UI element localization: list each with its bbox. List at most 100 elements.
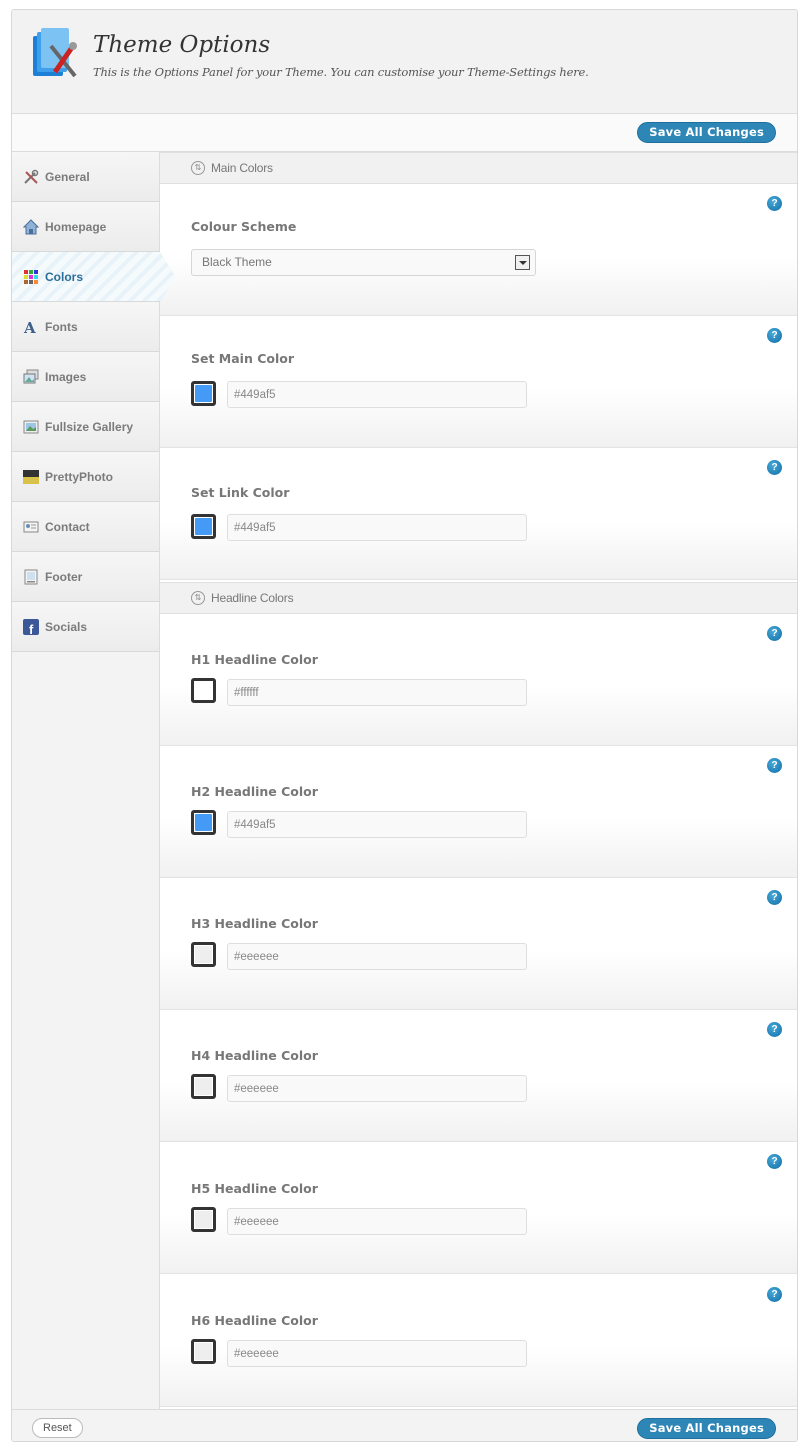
sidebar-nav: General Homepage Colors A Fonts Images F… bbox=[12, 152, 176, 1409]
page-title: Theme Options bbox=[93, 32, 271, 58]
sidebar-item-label: Images bbox=[45, 369, 87, 384]
select-value: Black Theme bbox=[202, 255, 272, 269]
option-label: H2 Headline Color bbox=[191, 784, 318, 799]
prettyphoto-icon bbox=[23, 469, 39, 484]
sidebar-item-prettyphoto[interactable]: PrettyPhoto bbox=[12, 452, 159, 502]
help-icon[interactable]: ? bbox=[767, 890, 782, 905]
sidebar-item-label: General bbox=[45, 169, 90, 184]
svg-text:A: A bbox=[23, 319, 36, 335]
option-label: H6 Headline Color bbox=[191, 1313, 318, 1328]
palette-icon bbox=[24, 269, 38, 284]
sidebar-item-fullsize-gallery[interactable]: Fullsize Gallery bbox=[12, 402, 159, 452]
sidebar-item-colors[interactable]: Colors bbox=[12, 252, 176, 302]
help-icon[interactable]: ? bbox=[767, 1022, 782, 1037]
option-colour-scheme: ? Colour Scheme Black Theme bbox=[160, 184, 797, 316]
color-swatch-fill bbox=[195, 1343, 212, 1360]
color-swatch-fill bbox=[195, 385, 212, 402]
save-all-changes-button-bottom[interactable]: Save All Changes bbox=[637, 1418, 776, 1439]
svg-text:f: f bbox=[29, 622, 34, 635]
gallery-icon bbox=[23, 420, 39, 433]
option-h1-color: ? H1 Headline Color bbox=[160, 614, 797, 746]
font-icon: A bbox=[23, 319, 36, 335]
color-swatch-fill bbox=[195, 946, 212, 963]
color-swatch-fill bbox=[195, 518, 212, 535]
sidebar-item-images[interactable]: Images bbox=[12, 352, 159, 402]
color-swatch[interactable] bbox=[191, 1339, 216, 1364]
theme-logo-icon bbox=[33, 28, 77, 78]
color-swatch[interactable] bbox=[191, 514, 216, 539]
section-header-headline-colors[interactable]: ⇅ Headline Colors bbox=[160, 582, 797, 614]
images-icon bbox=[23, 369, 39, 383]
option-h6-color: ? H6 Headline Color bbox=[160, 1275, 797, 1407]
help-icon[interactable]: ? bbox=[767, 626, 782, 641]
section-header-main-colors[interactable]: ⇅ Main Colors bbox=[160, 152, 797, 184]
option-label: Set Main Color bbox=[191, 351, 295, 366]
option-label: H4 Headline Color bbox=[191, 1048, 318, 1063]
option-h5-color: ? H5 Headline Color bbox=[160, 1142, 797, 1274]
sidebar-item-label: Homepage bbox=[45, 219, 107, 234]
sidebar-item-label: Footer bbox=[45, 569, 83, 584]
section-title: Headline Colors bbox=[211, 591, 294, 605]
color-hex-input[interactable] bbox=[227, 514, 527, 541]
option-label: Colour Scheme bbox=[191, 219, 297, 234]
help-icon[interactable]: ? bbox=[767, 328, 782, 343]
option-h3-color: ? H3 Headline Color bbox=[160, 878, 797, 1010]
sidebar-item-label: Fullsize Gallery bbox=[45, 419, 134, 434]
option-label: H3 Headline Color bbox=[191, 916, 318, 931]
color-hex-input[interactable] bbox=[227, 1208, 527, 1235]
collapse-toggle-icon: ⇅ bbox=[191, 161, 205, 175]
save-all-changes-button-top[interactable]: Save All Changes bbox=[637, 122, 776, 143]
color-swatch[interactable] bbox=[191, 381, 216, 406]
sidebar-item-general[interactable]: General bbox=[12, 152, 159, 202]
color-swatch[interactable] bbox=[191, 810, 216, 835]
option-h4-color: ? H4 Headline Color bbox=[160, 1010, 797, 1142]
sidebar-item-socials[interactable]: f Socials bbox=[12, 602, 159, 652]
option-link-color: ? Set Link Color bbox=[160, 448, 797, 580]
colour-scheme-select[interactable]: Black Theme bbox=[191, 249, 536, 276]
section-title: Main Colors bbox=[211, 161, 273, 175]
footer-icon bbox=[24, 569, 38, 584]
color-hex-input[interactable] bbox=[227, 811, 527, 838]
sidebar-item-label: PrettyPhoto bbox=[45, 469, 114, 484]
option-h2-color: ? H2 Headline Color bbox=[160, 746, 797, 878]
help-icon[interactable]: ? bbox=[767, 460, 782, 475]
contact-card-icon bbox=[23, 521, 39, 532]
color-swatch[interactable] bbox=[191, 1207, 216, 1232]
option-label: H1 Headline Color bbox=[191, 652, 318, 667]
sidebar-item-label: Socials bbox=[45, 619, 88, 634]
chevron-down-icon[interactable] bbox=[515, 255, 530, 270]
tools-icon bbox=[24, 169, 39, 184]
color-hex-input[interactable] bbox=[227, 943, 527, 970]
color-swatch-fill bbox=[195, 1211, 212, 1228]
color-swatch-fill bbox=[195, 1078, 212, 1095]
color-hex-input[interactable] bbox=[227, 381, 527, 408]
home-icon bbox=[23, 218, 39, 234]
color-hex-input[interactable] bbox=[227, 1340, 527, 1367]
sidebar-item-label: Contact bbox=[45, 519, 90, 534]
sidebar-item-footer[interactable]: Footer bbox=[12, 552, 159, 602]
color-swatch[interactable] bbox=[191, 1074, 216, 1099]
color-hex-input[interactable] bbox=[227, 679, 527, 706]
theme-options-panel: Theme Options This is the Options Panel … bbox=[11, 9, 798, 1442]
page-subtitle: This is the Options Panel for your Theme… bbox=[93, 65, 589, 79]
collapse-toggle-icon: ⇅ bbox=[191, 591, 205, 605]
help-icon[interactable]: ? bbox=[767, 1287, 782, 1302]
facebook-icon: f bbox=[23, 618, 39, 635]
color-hex-input[interactable] bbox=[227, 1075, 527, 1102]
sidebar-item-label: Fonts bbox=[45, 319, 78, 334]
reset-button[interactable]: Reset bbox=[32, 1418, 83, 1438]
color-swatch[interactable] bbox=[191, 678, 216, 703]
color-swatch[interactable] bbox=[191, 942, 216, 967]
option-label: Set Link Color bbox=[191, 485, 290, 500]
sidebar-item-fonts[interactable]: A Fonts bbox=[12, 302, 159, 352]
sidebar-item-contact[interactable]: Contact bbox=[12, 502, 159, 552]
options-content: ⇅ Main Colors ? Colour Scheme Black Them… bbox=[160, 152, 797, 1409]
sidebar-item-homepage[interactable]: Homepage bbox=[12, 202, 159, 252]
help-icon[interactable]: ? bbox=[767, 1154, 782, 1169]
color-swatch-fill bbox=[195, 682, 212, 699]
footer-toolbar: Reset Save All Changes bbox=[12, 1409, 797, 1441]
color-swatch-fill bbox=[195, 814, 212, 831]
sidebar-item-label: Colors bbox=[45, 269, 84, 284]
help-icon[interactable]: ? bbox=[767, 758, 782, 773]
help-icon[interactable]: ? bbox=[767, 196, 782, 211]
